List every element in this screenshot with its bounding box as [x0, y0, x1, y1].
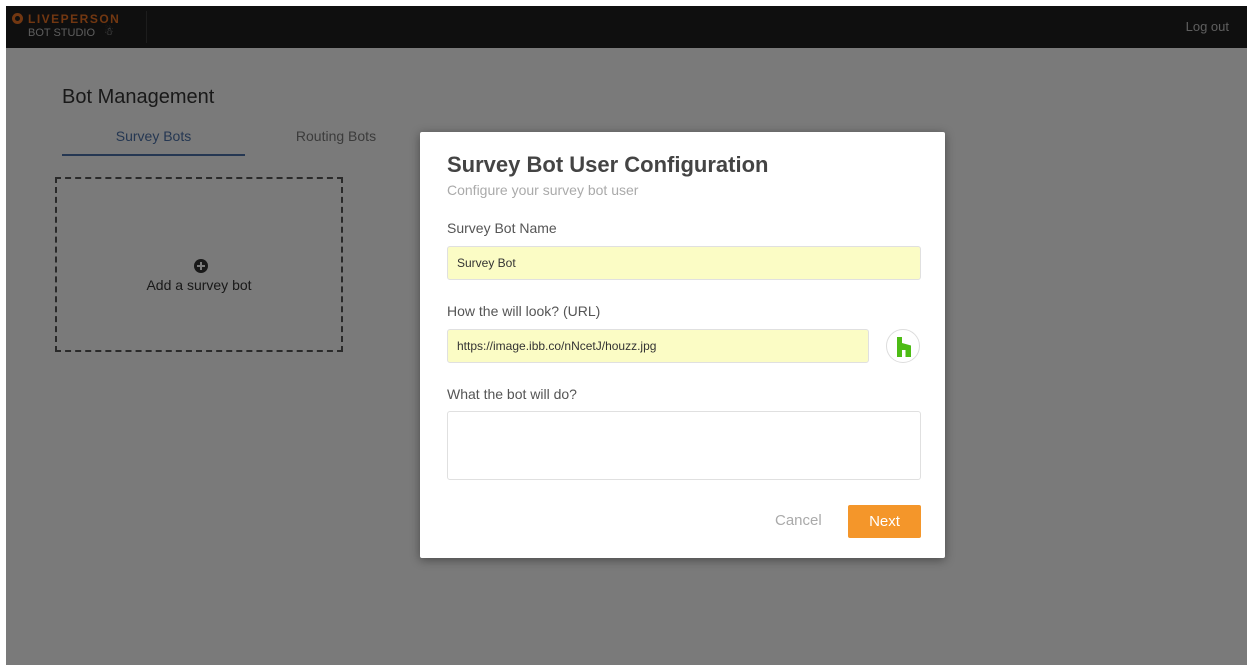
modal-subtitle: Configure your survey bot user — [447, 182, 639, 198]
avatar-url-label: How the will look? (URL) — [447, 303, 601, 319]
bot-task-label: What the bot will do? — [447, 386, 577, 402]
next-button[interactable]: Next — [848, 505, 921, 538]
avatar-url-input[interactable] — [447, 329, 869, 363]
app-frame: LIVEPERSON BOT STUDIO ☃ Log out Bot Mana… — [6, 6, 1247, 665]
modal-title: Survey Bot User Configuration — [447, 152, 769, 177]
survey-bot-config-modal: Survey Bot User Configuration Configure … — [420, 132, 945, 558]
bot-task-textarea[interactable] — [447, 411, 921, 480]
bot-name-label: Survey Bot Name — [447, 220, 557, 236]
avatar-preview — [886, 329, 920, 363]
bot-name-input[interactable] — [447, 246, 921, 280]
houzz-icon — [897, 337, 911, 357]
cancel-button[interactable]: Cancel — [775, 512, 822, 529]
